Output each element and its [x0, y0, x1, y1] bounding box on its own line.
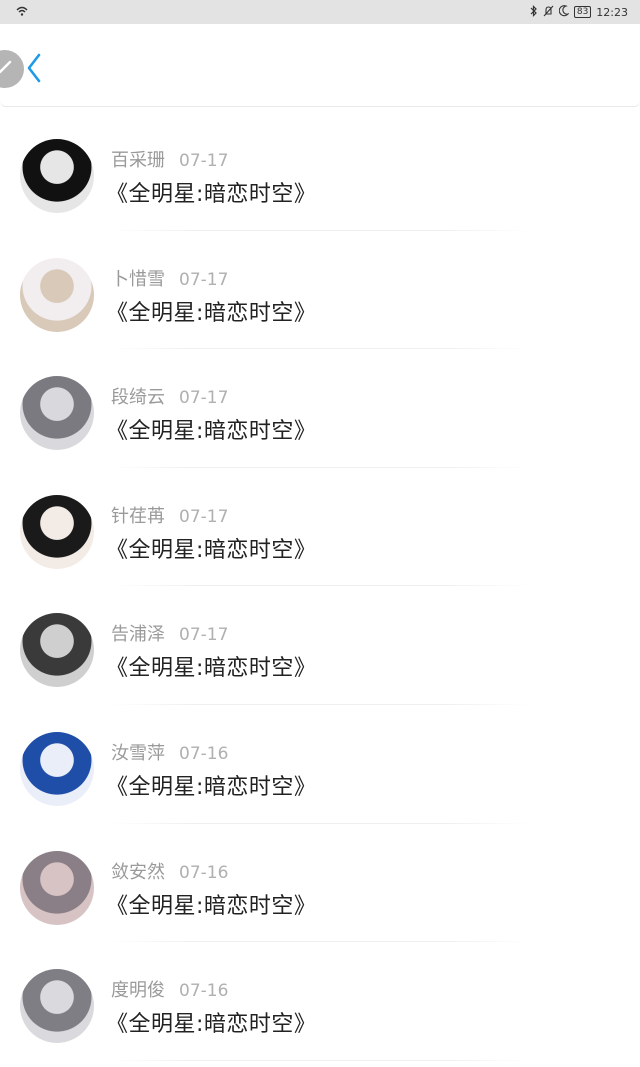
item-date: 07-17: [179, 506, 229, 527]
moon-icon: [558, 4, 570, 20]
user-name: 百采珊: [111, 150, 165, 171]
user-name: 敛安然: [111, 861, 165, 883]
user-name: 度明俊: [111, 980, 165, 1002]
item-date: 07-17: [179, 269, 229, 290]
list-item[interactable]: 百采珊 07-17 《全明星:暗恋时空》: [0, 112, 640, 231]
item-meta: 卜惜雪 07-17: [111, 265, 228, 291]
item-title[interactable]: 《全明星:暗恋时空》: [106, 1006, 316, 1038]
back-chevron-icon: [26, 53, 42, 87]
avatar[interactable]: [20, 850, 94, 925]
list-item[interactable]: 段绮云 07-17 《全明星:暗恋时空》: [0, 349, 640, 468]
mute-icon: [543, 5, 554, 20]
user-name: 针荏苒: [111, 505, 165, 527]
item-date: 07-17: [179, 625, 229, 646]
list-item[interactable]: 针荏苒 07-17 《全明星:暗恋时空》: [0, 468, 640, 587]
item-meta: 敛安然 07-16: [111, 858, 228, 884]
back-button[interactable]: [22, 52, 46, 88]
avatar[interactable]: [20, 613, 94, 688]
edit-button[interactable]: [0, 50, 24, 88]
item-title[interactable]: 《全明星:暗恋时空》: [106, 295, 316, 327]
list-item[interactable]: 汝雪萍 07-16 《全明星:暗恋时空》: [0, 705, 640, 824]
list-item[interactable]: 度明俊 07-16 《全明星:暗恋时空》: [0, 942, 640, 1061]
top-nav-bar: [0, 24, 640, 107]
item-meta: 告浦泽 07-17: [111, 620, 228, 646]
user-name: 汝雪萍: [111, 742, 165, 764]
item-title[interactable]: 《全明星:暗恋时空》: [106, 650, 316, 682]
status-right: 83 12:23: [530, 4, 628, 20]
item-date: 07-16: [179, 743, 229, 764]
comment-list: 百采珊 07-17 《全明星:暗恋时空》 卜惜雪 07-17 《全明星:暗恋时空》 …: [0, 112, 640, 1061]
battery-indicator: 83: [573, 6, 592, 18]
avatar[interactable]: [20, 257, 94, 332]
item-date: 07-17: [179, 151, 229, 171]
wifi-icon: [16, 6, 28, 19]
avatar[interactable]: [20, 494, 94, 569]
avatar[interactable]: [20, 731, 94, 806]
item-date: 07-16: [179, 862, 229, 883]
user-name: 卜惜雪: [111, 268, 165, 290]
user-name: 段绮云: [111, 387, 165, 409]
item-meta: 汝雪萍 07-16: [111, 739, 228, 765]
avatar[interactable]: [20, 139, 94, 213]
item-title[interactable]: 《全明星:暗恋时空》: [106, 532, 316, 564]
item-title[interactable]: 《全明星:暗恋时空》: [106, 176, 316, 208]
item-title[interactable]: 《全明星:暗恋时空》: [106, 769, 316, 801]
item-meta: 针荏苒 07-17: [111, 502, 228, 528]
item-date: 07-17: [179, 388, 229, 409]
list-item[interactable]: 卜惜雪 07-17 《全明星:暗恋时空》: [0, 231, 640, 350]
status-time: 12:23: [596, 5, 628, 19]
user-name: 告浦泽: [111, 624, 165, 646]
list-item[interactable]: 告浦泽 07-17 《全明星:暗恋时空》: [0, 586, 640, 705]
item-date: 07-16: [179, 981, 229, 1002]
item-meta: 段绮云 07-17: [111, 383, 228, 409]
pencil-icon: [0, 58, 14, 80]
list-item[interactable]: 敛安然 07-16 《全明星:暗恋时空》: [0, 824, 640, 943]
status-bar: 83 12:23: [0, 0, 640, 24]
item-meta: 度明俊 07-16: [111, 976, 228, 1002]
item-title[interactable]: 《全明星:暗恋时空》: [106, 888, 316, 920]
item-meta: 百采珊 07-17: [111, 146, 228, 172]
avatar[interactable]: [20, 969, 94, 1044]
avatar[interactable]: [20, 376, 94, 451]
item-title[interactable]: 《全明星:暗恋时空》: [106, 413, 316, 445]
bluetooth-icon: [530, 4, 538, 20]
